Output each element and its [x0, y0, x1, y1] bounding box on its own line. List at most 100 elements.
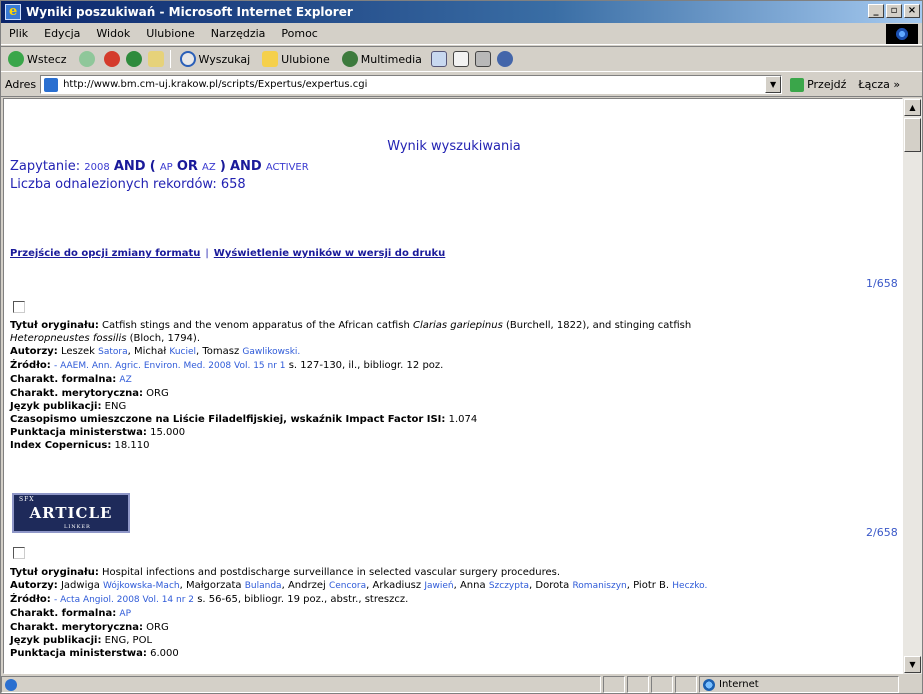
author-link[interactable]: Jawień	[424, 581, 453, 591]
status-panel	[627, 676, 649, 693]
forward-button[interactable]	[76, 51, 98, 67]
record-subject: Charakt. merytoryczna: ORG	[10, 387, 900, 400]
zone-label: Internet	[719, 679, 759, 690]
windows-logo-icon	[886, 24, 918, 44]
change-format-link[interactable]: Przejście do opcji zmiany formatu	[10, 248, 200, 259]
record-number: 1/658	[866, 277, 898, 290]
address-input[interactable]: http://www.bm.cm-uj.krakow.pl/scripts/Ex…	[40, 75, 783, 94]
record-checkbox[interactable]	[13, 547, 25, 559]
source-label: Źródło:	[10, 360, 51, 371]
record-formal: Charakt. formalna: AP	[10, 607, 900, 621]
source-details: s. 127-130, il., bibliogr. 12 poz.	[285, 360, 444, 371]
menu-view[interactable]: Widok	[88, 27, 138, 40]
subject-label: Charakt. merytoryczna:	[10, 622, 143, 633]
search-label: Wyszukaj	[198, 52, 251, 66]
favorites-button[interactable]: Ulubione	[259, 51, 333, 67]
badge-sfx-label: SFX	[19, 496, 35, 503]
links-button[interactable]: Łącza »	[858, 78, 900, 91]
author-link[interactable]: Szczypta	[489, 581, 529, 591]
menu-help[interactable]: Pomoc	[273, 27, 325, 40]
home-icon[interactable]	[147, 51, 164, 67]
record-checkbox[interactable]	[13, 301, 25, 313]
multimedia-button[interactable]: Multimedia	[339, 51, 425, 67]
maximize-button[interactable]: ▫	[886, 4, 902, 18]
record-source: Źródło: - Acta Angiol. 2008 Vol. 14 nr 2…	[10, 593, 900, 607]
source-link[interactable]: - Acta Angiol. 2008 Vol. 14 nr 2	[54, 595, 194, 605]
vertical-scrollbar[interactable]: ▲ ▼	[903, 98, 922, 674]
authors-label: Autorzy:	[10, 580, 58, 591]
print-version-link[interactable]: Wyświetlenie wyników w wersji do druku	[214, 248, 445, 259]
query-term: AZ	[202, 162, 216, 173]
record-title: Tytuł oryginału: Hospital infections and…	[10, 566, 900, 579]
author-link[interactable]: Romaniszyn	[572, 581, 626, 591]
go-arrow-icon	[790, 77, 805, 92]
stop-icon[interactable]	[103, 51, 120, 67]
multimedia-label: Multimedia	[360, 52, 422, 66]
go-button[interactable]: Przejdź	[790, 77, 847, 92]
query-paren-open: (	[149, 159, 156, 174]
author-link[interactable]: Satora	[98, 347, 127, 357]
query-line: Zapytanie: 2008 AND ( AP OR AZ ) AND ACT…	[10, 159, 309, 174]
article-linker-button[interactable]: SFX ARTICLE LINKER	[12, 493, 130, 533]
scroll-thumb[interactable]	[904, 118, 921, 152]
ie-status-icon	[5, 678, 17, 691]
author-first: Małgorzata	[185, 580, 242, 591]
window-controls: _ ▫ ×	[868, 4, 920, 18]
subject-value: ORG	[146, 622, 169, 633]
source-link[interactable]: - AAEM. Ann. Agric. Environ. Med. 2008 V…	[54, 361, 286, 371]
record-authors: Autorzy: Jadwiga Wójkowska-Mach, Małgorz…	[10, 580, 708, 591]
author-link[interactable]: Bulanda	[245, 581, 282, 591]
record-number: 2/658	[866, 526, 898, 539]
subject-value: ORG	[146, 388, 169, 399]
author-link[interactable]: Gawlikowski.	[242, 347, 300, 357]
zone-panel: Internet	[699, 676, 899, 693]
mail-icon[interactable]	[452, 51, 469, 67]
formal-value[interactable]: AP	[119, 609, 131, 619]
query-operator: AND	[113, 159, 146, 174]
record-copernicus: Index Copernicus: 18.110	[10, 439, 900, 452]
title-text: (Bloch, 1794).	[126, 333, 200, 344]
menu-edit[interactable]: Edycja	[36, 27, 88, 40]
title-label: Tytuł oryginału:	[10, 567, 99, 578]
formal-label: Charakt. formalna:	[10, 374, 117, 385]
author-link[interactable]: Kuciel	[169, 347, 196, 357]
link-separator: |	[205, 248, 209, 259]
close-button[interactable]: ×	[904, 4, 920, 18]
record-2: Tytuł oryginału: Hospital infections and…	[10, 566, 900, 660]
query-label: Zapytanie:	[10, 159, 81, 174]
author-first: Anna	[459, 580, 486, 591]
multimedia-icon	[341, 51, 358, 67]
copernicus-value: 18.110	[114, 440, 150, 451]
status-text-panel	[1, 676, 601, 693]
minimize-button[interactable]: _	[868, 4, 884, 18]
scroll-up-icon[interactable]: ▲	[904, 99, 921, 116]
menu-favorites[interactable]: Ulubione	[138, 27, 203, 40]
author-link[interactable]: Cencora	[329, 581, 366, 591]
page-heading: Wynik wyszukiwania	[387, 139, 521, 154]
menu-file[interactable]: Plik	[1, 27, 36, 40]
go-label: Przejdź	[807, 78, 847, 91]
language-value: ENG	[104, 401, 127, 412]
language-value: ENG, POL	[104, 635, 153, 646]
author-link[interactable]: Wójkowska-Mach	[103, 581, 180, 591]
formal-value[interactable]: AZ	[119, 375, 131, 385]
copernicus-label: Index Copernicus:	[10, 440, 112, 451]
badge-main-label: ARTICLE	[29, 504, 113, 522]
scroll-down-icon[interactable]: ▼	[904, 656, 921, 673]
record-journal-if: Czasopismo umieszczone na Liście Filadel…	[10, 413, 900, 426]
record-1: Tytuł oryginału: Catfish stings and the …	[10, 319, 900, 452]
ministry-label: Punktacja ministerstwa:	[10, 648, 147, 659]
refresh-icon[interactable]	[125, 51, 142, 67]
author-link[interactable]: Heczko.	[672, 581, 707, 591]
print-icon[interactable]	[474, 51, 491, 67]
menu-tools[interactable]: Narzędzia	[203, 27, 274, 40]
record-ministry-score: Punktacja ministerstwa: 15.000	[10, 426, 900, 439]
record-language: Język publikacji: ENG	[10, 400, 900, 413]
back-button[interactable]: Wstecz	[5, 51, 70, 67]
messenger-icon[interactable]	[496, 51, 513, 67]
history-icon[interactable]	[430, 51, 447, 67]
address-dropdown-icon[interactable]: ▼	[765, 76, 782, 93]
address-url: http://www.bm.cm-uj.krakow.pl/scripts/Ex…	[63, 79, 368, 90]
author-first: Tomasz	[202, 346, 240, 357]
search-button[interactable]: Wyszukaj	[177, 51, 254, 67]
